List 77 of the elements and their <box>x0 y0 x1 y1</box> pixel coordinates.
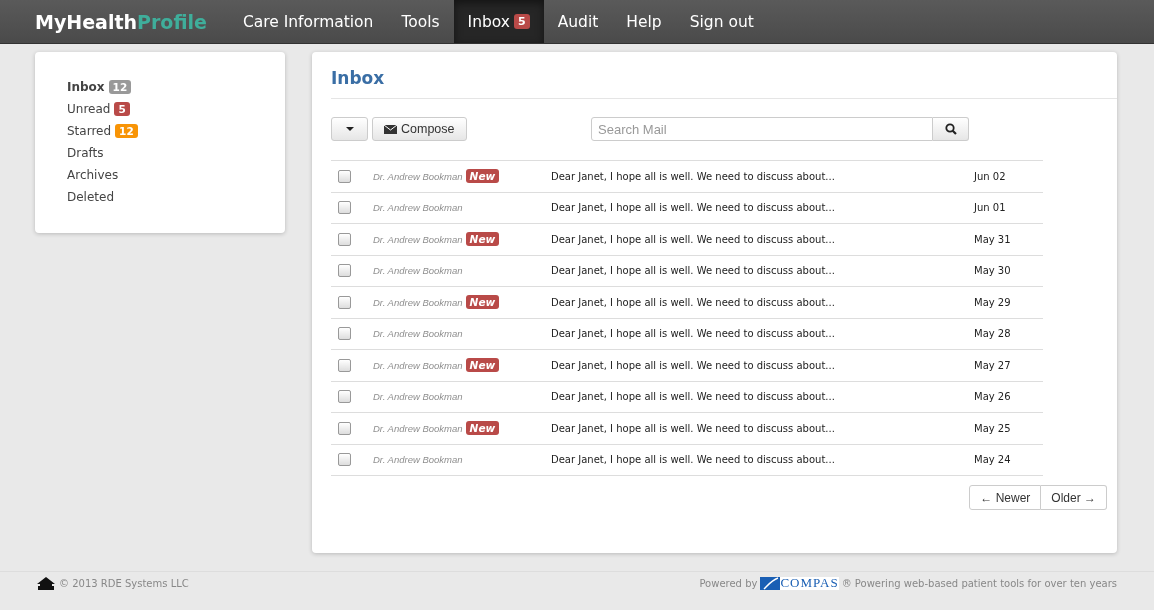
checkbox[interactable] <box>338 421 351 435</box>
sender-name: Dr. Andrew Bookman <box>373 171 463 183</box>
newer-button[interactable]: ← Newer <box>969 485 1042 510</box>
message-date: Jun 02 <box>974 160 1043 192</box>
sidebar-item[interactable]: Archives <box>67 164 285 186</box>
new-badge: New <box>465 295 500 310</box>
checkbox[interactable] <box>338 327 351 341</box>
message-date: May 30 <box>974 255 1043 287</box>
sender-name: Dr. Andrew Bookman <box>373 297 463 309</box>
nav-item[interactable]: Help <box>612 0 676 43</box>
message-date: May 31 <box>974 223 1043 255</box>
page-title: Inbox <box>331 52 1117 99</box>
sender-name: Dr. Andrew Bookman <box>373 423 463 435</box>
message-subject[interactable]: Dear Janet, I hope all is well. We need to discuss about... <box>551 318 974 350</box>
message-subject[interactable]: Dear Janet, I hope all is well. We need to discuss about... <box>551 223 974 255</box>
message-date: May 26 <box>974 381 1043 413</box>
new-badge: New <box>465 169 500 184</box>
sidebar-item[interactable]: Deleted <box>67 186 285 208</box>
message-subject[interactable]: Dear Janet, I hope all is well. We need to discuss about... <box>551 255 974 287</box>
checkbox[interactable] <box>338 169 351 183</box>
checkbox[interactable] <box>338 453 351 467</box>
count-badge: 12 <box>108 80 132 94</box>
message-date: Jun 01 <box>974 192 1043 224</box>
message-subject[interactable]: Dear Janet, I hope all is well. We need to discuss about... <box>551 286 974 318</box>
message-date: May 24 <box>974 444 1043 476</box>
sender-name: Dr. Andrew Bookman <box>373 328 463 340</box>
sender-name: Dr. Andrew Bookman <box>373 391 463 403</box>
powered-by-text: Powered by <box>699 577 758 589</box>
message-date: May 28 <box>974 318 1043 350</box>
nav-item[interactable]: Inbox 5 <box>453 0 544 43</box>
message-subject[interactable]: Dear Janet, I hope all is well. We need to discuss about... <box>551 381 974 413</box>
checkbox[interactable] <box>338 358 351 372</box>
new-badge: New <box>465 421 500 436</box>
nav-item[interactable]: Care Information <box>228 0 388 43</box>
caret-icon <box>345 127 354 131</box>
checkbox[interactable] <box>338 390 351 404</box>
message-date: May 27 <box>974 349 1043 381</box>
count-badge: 12 <box>115 124 138 138</box>
search-button[interactable] <box>933 117 969 141</box>
new-badge: New <box>465 232 500 247</box>
message-subject[interactable]: Dear Janet, I hope all is well. We need to discuss about... <box>551 192 974 224</box>
checkbox[interactable] <box>338 295 351 309</box>
count-badge: 5 <box>514 14 530 29</box>
house-logo-icon <box>36 576 56 590</box>
message-date: May 25 <box>974 412 1043 444</box>
older-button[interactable]: Older → <box>1041 485 1107 510</box>
search-field[interactable]: Search Mail <box>591 117 933 141</box>
nav-item[interactable]: Audit <box>543 0 613 43</box>
count-badge: 5 <box>114 102 130 116</box>
compose-button[interactable]: Compose <box>372 117 467 141</box>
message-date: May 29 <box>974 286 1043 318</box>
sidebar-item[interactable]: Drafts <box>67 142 285 164</box>
dropdown-button[interactable] <box>331 117 368 141</box>
sender-name: Dr. Andrew Bookman <box>373 360 463 372</box>
compas-logo: COMPAS <box>760 576 839 590</box>
nav-item[interactable]: Tools <box>387 0 454 43</box>
message-subject[interactable]: Dear Janet, I hope all is well. We need to discuss about... <box>551 160 974 192</box>
envelope-icon <box>384 124 397 134</box>
sender-name: Dr. Andrew Bookman <box>373 202 463 214</box>
message-subject[interactable]: Dear Janet, I hope all is well. We need to discuss about... <box>551 444 974 476</box>
copyright-text: © 2013 RDE Systems LLC <box>59 577 189 589</box>
checkbox[interactable] <box>338 264 351 278</box>
nav-item[interactable]: Sign out <box>675 0 768 43</box>
sidebar-item[interactable]: Unread 5 <box>67 98 285 120</box>
message-subject[interactable]: Dear Janet, I hope all is well. We need to discuss about... <box>551 349 974 381</box>
sender-name: Dr. Andrew Bookman <box>373 265 463 277</box>
brand-logo: MyHealthProfile <box>35 9 207 35</box>
new-badge: New <box>465 358 500 373</box>
search-icon <box>944 123 957 135</box>
sidebar-item[interactable]: Starred 12 <box>67 120 285 142</box>
sender-name: Dr. Andrew Bookman <box>373 454 463 466</box>
sidebar-item[interactable]: Inbox 12 <box>67 76 285 98</box>
tagline-text: ® Powering web-based patient tools for over ten years <box>841 577 1117 589</box>
checkbox[interactable] <box>338 232 351 246</box>
sender-name: Dr. Andrew Bookman <box>373 234 463 246</box>
message-subject[interactable]: Dear Janet, I hope all is well. We need to discuss about... <box>551 412 974 444</box>
checkbox[interactable] <box>338 201 351 215</box>
